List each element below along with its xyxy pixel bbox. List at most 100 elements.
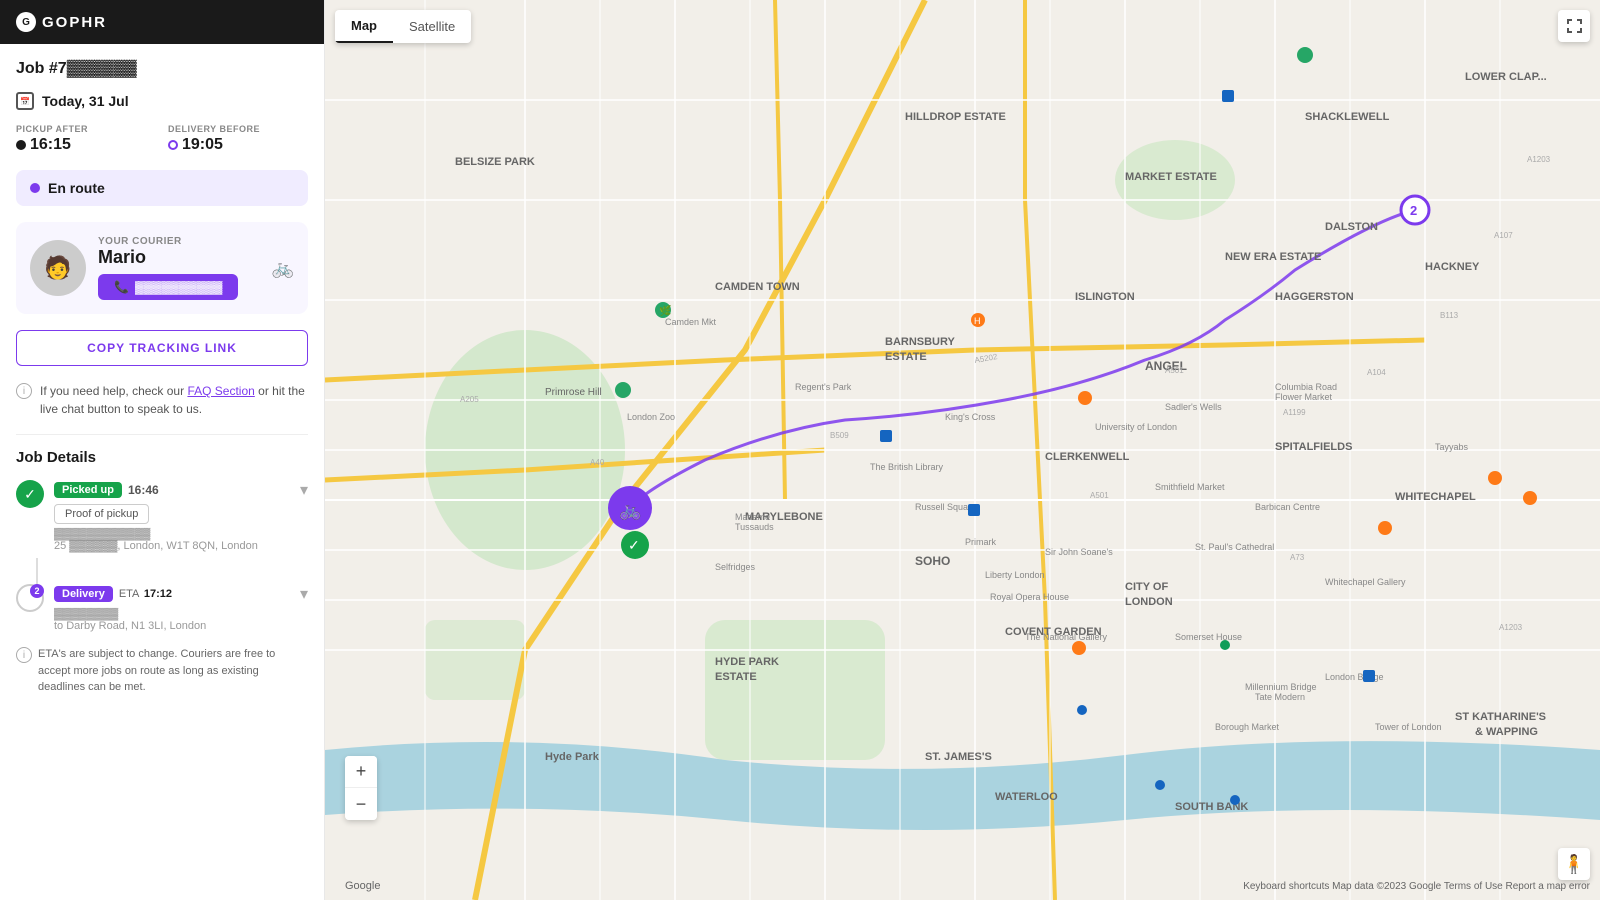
job-number: Job #7▓▓▓▓▓▓	[16, 60, 308, 78]
courier-label: YOUR COURIER	[98, 236, 260, 247]
svg-text:BELSIZE PARK: BELSIZE PARK	[455, 156, 535, 168]
job-details-title: Job Details	[16, 449, 308, 466]
job-date-row: 📅 Today, 31 Jul	[16, 92, 308, 110]
fullscreen-icon	[1566, 18, 1582, 34]
delivery-number-badge: 2	[34, 586, 39, 596]
svg-text:Liberty London: Liberty London	[985, 570, 1045, 580]
svg-text:SOHO: SOHO	[915, 554, 950, 568]
svg-text:LONDON: LONDON	[1125, 596, 1173, 608]
svg-text:✓: ✓	[628, 537, 640, 553]
svg-text:Tower of London: Tower of London	[1375, 722, 1442, 732]
call-button-label: ▓▓▓▓▓▓▓▓▓▓	[135, 280, 222, 294]
svg-text:NEW ERA ESTATE: NEW ERA ESTATE	[1225, 251, 1321, 263]
pickup-time-value: 16:15	[16, 136, 156, 154]
eta-note: i ETA's are subject to change. Couriers …	[16, 646, 308, 696]
courier-info: YOUR COURIER Mario 📞 ▓▓▓▓▓▓▓▓▓▓	[98, 236, 260, 300]
svg-text:London Zoo: London Zoo	[627, 412, 675, 422]
time-row: PICKUP AFTER 16:15 DELIVERY BEFORE 19:05	[16, 124, 308, 154]
proof-of-pickup-button[interactable]: Proof of pickup	[54, 504, 149, 524]
pickup-timeline-item: ✓ Picked up 16:46 ▾ Proof of pickup ▓▓▓▓…	[16, 480, 308, 552]
svg-text:ST. JAMES'S: ST. JAMES'S	[925, 751, 992, 763]
pickup-dot	[16, 140, 26, 150]
pickup-content: Picked up 16:46 ▾ Proof of pickup ▓▓▓▓▓▓…	[54, 480, 308, 552]
svg-text:DALSTON: DALSTON	[1325, 221, 1378, 233]
phone-icon: 📞	[114, 280, 129, 294]
fullscreen-button[interactable]	[1558, 10, 1590, 42]
svg-text:SHACKLEWELL: SHACKLEWELL	[1305, 111, 1390, 123]
delivery-time: 19:05	[182, 136, 223, 154]
map-area: Map Satellite	[325, 0, 1600, 900]
svg-text:University of London: University of London	[1095, 422, 1177, 432]
street-view-icon: 🧍	[1563, 854, 1585, 875]
svg-text:2: 2	[1410, 203, 1417, 218]
svg-text:A1199: A1199	[1283, 408, 1306, 417]
svg-text:Selfridges: Selfridges	[715, 562, 756, 572]
svg-text:CITY OF: CITY OF	[1125, 581, 1168, 593]
google-logo: Google	[345, 880, 380, 892]
job-date: Today, 31 Jul	[42, 93, 129, 109]
delivery-header: Delivery ETA 17:12 ▾	[54, 584, 308, 604]
zoom-in-button[interactable]: +	[345, 756, 377, 788]
delivery-eta-label: ETA 17:12	[119, 588, 172, 600]
tab-satellite[interactable]: Satellite	[393, 10, 471, 43]
delivery-time-value: 19:05	[168, 136, 308, 154]
svg-text:A1203: A1203	[1499, 623, 1523, 632]
pickup-header: Picked up 16:46 ▾	[54, 480, 308, 500]
svg-text:Hyde Park: Hyde Park	[545, 751, 600, 763]
svg-text:ESTATE: ESTATE	[885, 351, 927, 363]
svg-text:A1203: A1203	[1527, 155, 1551, 164]
delivery-timeline-item: 2 Delivery ETA 17:12 ▾ ▓▓▓▓▓▓▓▓ to Darby…	[16, 584, 308, 632]
svg-text:A205: A205	[460, 395, 479, 404]
svg-text:BARNSBURY: BARNSBURY	[885, 336, 956, 348]
svg-text:🚲: 🚲	[619, 500, 641, 520]
delivery-eta-time: 17:12	[144, 588, 172, 600]
pickup-address-1: ▓▓▓▓▓▓▓▓▓▓▓▓	[54, 528, 308, 540]
svg-text:Sadler's Wells: Sadler's Wells	[1165, 402, 1222, 412]
top-bar: G GOPHR	[0, 0, 324, 44]
delivery-dot	[168, 140, 178, 150]
tab-map[interactable]: Map	[335, 10, 393, 43]
pickup-address-2: 25 ▓▓▓▓▓▓, London, W1T 8QN, London	[54, 540, 308, 552]
svg-text:Primrose Hill: Primrose Hill	[545, 387, 602, 398]
delivery-time-box: DELIVERY BEFORE 19:05	[168, 124, 308, 154]
svg-text:H: H	[974, 316, 981, 326]
svg-text:B509: B509	[830, 431, 849, 440]
call-button[interactable]: 📞 ▓▓▓▓▓▓▓▓▓▓	[98, 274, 238, 300]
svg-text:King's Cross: King's Cross	[945, 412, 996, 422]
pickup-badge: Picked up	[54, 482, 122, 498]
courier-name: Mario	[98, 247, 260, 268]
map-attribution: Keyboard shortcuts Map data ©2023 Google…	[1243, 881, 1590, 892]
status-text: En route	[48, 180, 105, 196]
pickup-time-box: PICKUP AFTER 16:15	[16, 124, 156, 154]
delivery-badge: Delivery	[54, 586, 113, 602]
help-icon: i	[16, 383, 32, 399]
delivery-label: DELIVERY BEFORE	[168, 124, 308, 134]
faq-link[interactable]: FAQ Section	[187, 384, 254, 398]
svg-text:& WAPPING: & WAPPING	[1475, 726, 1538, 738]
svg-text:HILLDROP ESTATE: HILLDROP ESTATE	[905, 111, 1006, 123]
eta-note-icon: i	[16, 647, 32, 663]
svg-text:HAGGERSTON: HAGGERSTON	[1275, 291, 1354, 303]
map-svg: BELSIZE PARK CAMDEN TOWN Primrose Hill B…	[325, 0, 1600, 900]
copy-tracking-link-button[interactable]: COPY TRACKING LINK	[16, 330, 308, 366]
pickup-time: 16:15	[30, 136, 71, 154]
delivery-expand-icon[interactable]: ▾	[300, 584, 308, 604]
delivery-pending-icon: 2	[16, 584, 44, 612]
bike-icon[interactable]: 🚲	[272, 258, 294, 279]
delivery-content: Delivery ETA 17:12 ▾ ▓▓▓▓▓▓▓▓ to Darby R…	[54, 584, 308, 632]
svg-text:Primark: Primark	[965, 537, 996, 547]
pickup-completed-icon: ✓	[16, 480, 44, 508]
help-text: i If you need help, check our FAQ Sectio…	[16, 382, 308, 418]
zoom-out-button[interactable]: −	[345, 788, 377, 820]
avatar: 🧑	[30, 240, 86, 296]
logo-text: GOPHR	[42, 14, 107, 31]
street-view-button[interactable]: 🧍	[1558, 848, 1590, 880]
svg-text:B113: B113	[1440, 311, 1459, 320]
pickup-expand-icon[interactable]: ▾	[300, 480, 308, 500]
svg-text:Flower Market: Flower Market	[1275, 392, 1333, 402]
status-bar: En route	[16, 170, 308, 206]
timeline: ✓ Picked up 16:46 ▾ Proof of pickup ▓▓▓▓…	[16, 480, 308, 632]
svg-text:A107: A107	[1494, 231, 1513, 240]
svg-text:A501: A501	[1090, 491, 1109, 500]
svg-text:Somerset House: Somerset House	[1175, 632, 1242, 642]
